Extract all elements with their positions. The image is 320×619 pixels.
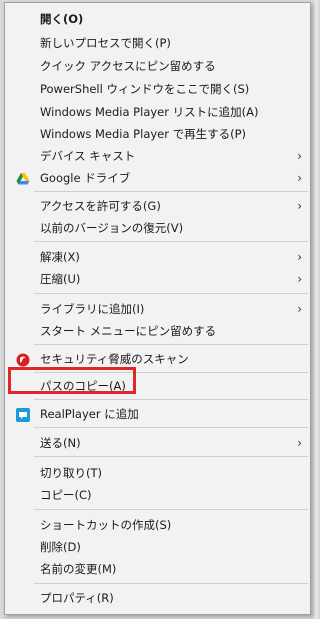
security-scan-icon: [16, 352, 30, 367]
menu-item-compress[interactable]: 圧縮(U) ›: [5, 268, 310, 290]
menu-item-add-to-realplayer[interactable]: RealPlayer に追加: [5, 403, 310, 425]
menu-separator: [34, 427, 308, 428]
menu-item-label: 名前の変更(M): [40, 562, 117, 576]
menu-item-pin-quick-access[interactable]: クイック アクセスにピン留めする: [5, 55, 310, 77]
menu-item-rename[interactable]: 名前の変更(M): [5, 558, 310, 580]
menu-item-label: プロパティ(R): [40, 591, 114, 605]
menu-item-google-drive[interactable]: Google ドライブ ›: [5, 167, 310, 189]
menu-item-label: アクセスを許可する(G): [40, 199, 161, 213]
menu-item-label: デバイス キャスト: [40, 149, 136, 163]
menu-item-grant-access[interactable]: アクセスを許可する(G) ›: [5, 195, 310, 217]
realplayer-icon: [16, 407, 30, 422]
menu-item-label: 送る(N): [40, 436, 81, 450]
menu-separator: [34, 399, 308, 400]
chevron-right-icon: ›: [297, 171, 302, 185]
chevron-right-icon: ›: [297, 149, 302, 163]
menu-item-extract[interactable]: 解凍(X) ›: [5, 246, 310, 268]
menu-separator: [34, 241, 308, 242]
menu-item-label: ライブラリに追加(I): [40, 302, 145, 316]
menu-item-label: PowerShell ウィンドウをここで開く(S): [40, 82, 250, 96]
highlight-box: [8, 367, 136, 394]
menu-item-label: 新しいプロセスで開く(P): [40, 36, 171, 50]
menu-item-label: ショートカットの作成(S): [40, 518, 172, 532]
menu-item-label: コピー(C): [40, 488, 92, 502]
menu-item-restore-previous[interactable]: 以前のバージョンの復元(V): [5, 217, 310, 239]
menu-item-send-to[interactable]: 送る(N) ›: [5, 432, 310, 454]
menu-item-label: 開く(O): [40, 12, 84, 26]
menu-item-open[interactable]: 開く(O): [5, 8, 310, 30]
menu-item-label: 以前のバージョンの復元(V): [40, 221, 184, 235]
context-menu: 開く(O) 新しいプロセスで開く(P) クイック アクセスにピン留めする Pow…: [4, 2, 311, 615]
menu-item-add-to-library[interactable]: ライブラリに追加(I) ›: [5, 298, 310, 320]
menu-item-properties[interactable]: プロパティ(R): [5, 587, 310, 609]
menu-item-label: 圧縮(U): [40, 272, 81, 286]
menu-separator: [34, 509, 308, 510]
google-drive-icon: [16, 171, 30, 185]
chevron-right-icon: ›: [297, 272, 302, 286]
menu-separator: [34, 191, 308, 192]
menu-item-copy[interactable]: コピー(C): [5, 484, 310, 506]
menu-item-device-cast[interactable]: デバイス キャスト ›: [5, 145, 310, 167]
menu-item-label: クイック アクセスにピン留めする: [40, 59, 216, 73]
chevron-right-icon: ›: [297, 302, 302, 316]
menu-item-open-powershell[interactable]: PowerShell ウィンドウをここで開く(S): [5, 78, 310, 100]
menu-separator: [34, 456, 308, 457]
menu-item-cut[interactable]: 切り取り(T): [5, 462, 310, 484]
chevron-right-icon: ›: [297, 436, 302, 450]
menu-item-delete[interactable]: 削除(D): [5, 536, 310, 558]
menu-item-pin-start[interactable]: スタート メニューにピン留めする: [5, 320, 310, 342]
menu-item-label: RealPlayer に追加: [40, 407, 139, 421]
menu-item-label: Windows Media Player で再生する(P): [40, 127, 247, 141]
menu-item-wmp-add-list[interactable]: Windows Media Player リストに追加(A): [5, 101, 310, 123]
chevron-right-icon: ›: [297, 199, 302, 213]
menu-separator: [34, 583, 308, 584]
menu-separator: [34, 344, 308, 345]
menu-item-create-shortcut[interactable]: ショートカットの作成(S): [5, 514, 310, 536]
menu-item-open-new-process[interactable]: 新しいプロセスで開く(P): [5, 32, 310, 54]
menu-item-label: 削除(D): [40, 540, 81, 554]
chevron-right-icon: ›: [297, 250, 302, 264]
menu-item-label: Google ドライブ: [40, 171, 131, 185]
menu-item-label: Windows Media Player リストに追加(A): [40, 105, 259, 119]
menu-item-label: スタート メニューにピン留めする: [40, 324, 217, 338]
menu-item-wmp-play[interactable]: Windows Media Player で再生する(P): [5, 123, 310, 145]
background-window-edge: [314, 0, 318, 619]
menu-item-label: 解凍(X): [40, 250, 80, 264]
menu-item-label: 切り取り(T): [40, 466, 102, 480]
menu-separator: [34, 293, 308, 294]
